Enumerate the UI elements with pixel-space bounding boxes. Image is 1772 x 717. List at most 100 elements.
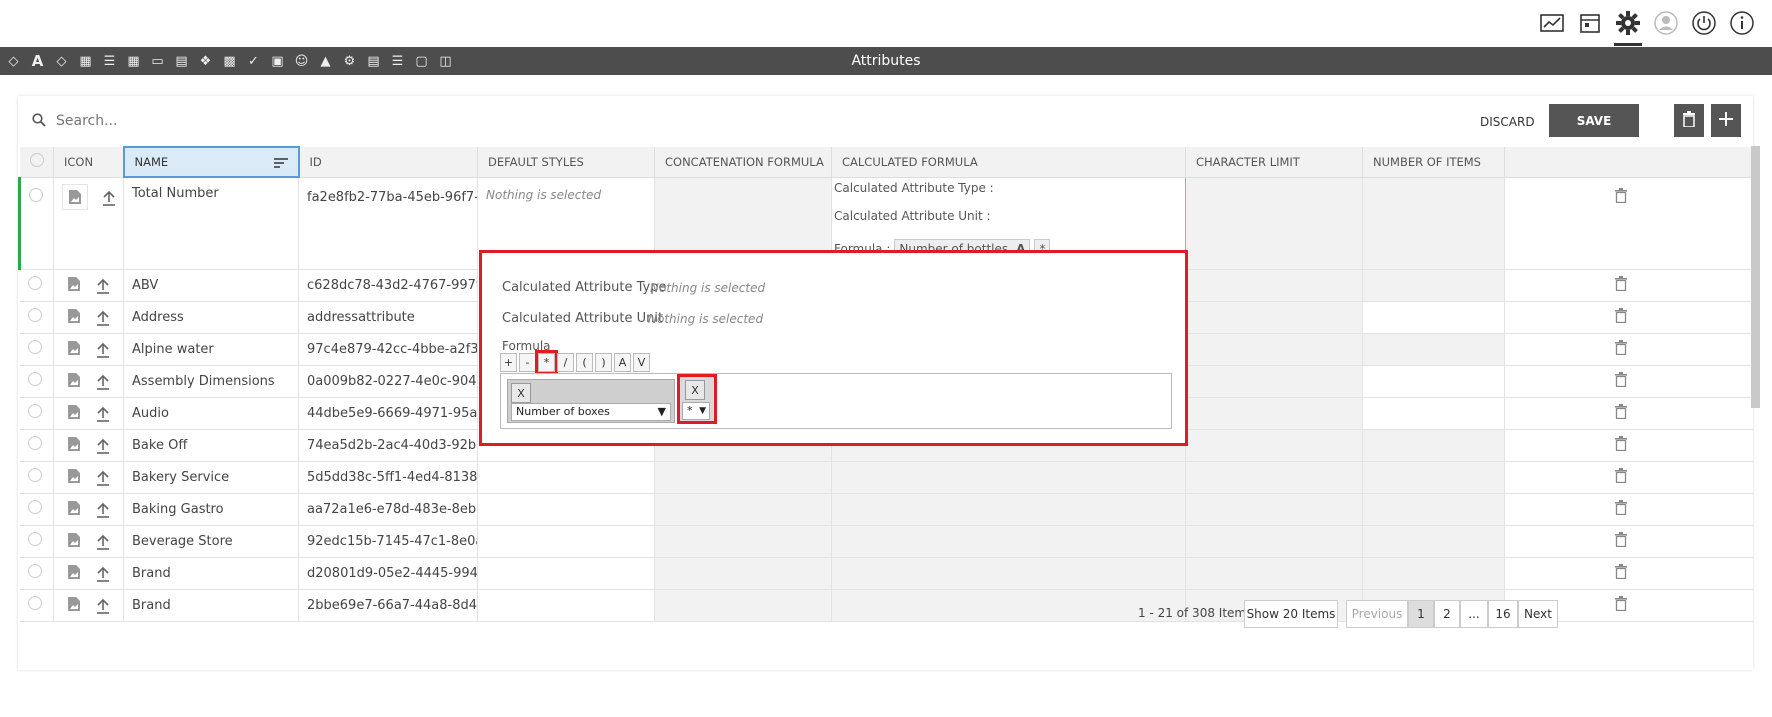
row-radio[interactable]: [27, 564, 42, 578]
calculated-formula-cell[interactable]: [831, 589, 1186, 622]
gear-icon[interactable]: [1614, 8, 1642, 46]
image-placeholder-icon[interactable]: [62, 336, 86, 361]
operator-plus-button[interactable]: +: [500, 353, 517, 372]
row-select[interactable]: [19, 525, 54, 558]
operator-select[interactable]: * ▼: [682, 402, 710, 420]
previous-page-button[interactable]: Previous: [1346, 600, 1408, 628]
upload-icon[interactable]: [102, 190, 116, 210]
page-size-button[interactable]: Show 20 Items: [1244, 600, 1338, 628]
image-placeholder-icon[interactable]: [62, 272, 86, 297]
next-page-button[interactable]: Next: [1518, 600, 1558, 628]
trash-icon[interactable]: [1615, 403, 1627, 423]
operator-multiply-button[interactable]: *: [535, 350, 558, 375]
image-placeholder-icon[interactable]: [62, 560, 86, 585]
row-radio[interactable]: [27, 532, 42, 546]
delete-button[interactable]: [1674, 104, 1704, 137]
calculated-formula-cell[interactable]: [831, 557, 1186, 590]
upload-icon[interactable]: [96, 374, 110, 394]
row-select[interactable]: [19, 269, 54, 302]
remove-token-button[interactable]: X: [511, 383, 531, 403]
table-row[interactable]: Bakery Service5d5dd38c-5ff1-4ed4-8138-af…: [19, 461, 1753, 494]
default-styles-cell[interactable]: [477, 461, 655, 494]
power-icon[interactable]: [1690, 8, 1718, 38]
upload-icon[interactable]: [96, 534, 110, 554]
add-button[interactable]: [1711, 104, 1741, 137]
image-placeholder-icon[interactable]: [62, 528, 86, 553]
name-cell[interactable]: ABV: [123, 269, 299, 302]
vertical-scrollbar[interactable]: [1751, 146, 1760, 408]
upload-icon[interactable]: [96, 406, 110, 426]
upload-icon[interactable]: [96, 470, 110, 490]
operator-close-paren-button[interactable]: ): [595, 353, 612, 372]
row-select[interactable]: [19, 589, 54, 622]
name-header[interactable]: NAME: [122, 146, 300, 178]
row-select[interactable]: [19, 461, 54, 494]
name-cell[interactable]: Baking Gastro: [123, 493, 299, 526]
remove-operator-button[interactable]: X: [685, 380, 705, 400]
trash-icon[interactable]: [1615, 499, 1627, 519]
row-radio[interactable]: [27, 468, 42, 482]
trash-icon[interactable]: [1615, 371, 1627, 391]
trash-icon[interactable]: [1615, 275, 1627, 295]
save-button[interactable]: SAVE: [1549, 104, 1639, 137]
row-select[interactable]: [19, 397, 54, 430]
calendar-icon[interactable]: [1576, 8, 1604, 38]
row-radio[interactable]: [29, 187, 43, 202]
row-select[interactable]: [19, 429, 54, 462]
default-styles-cell[interactable]: [477, 493, 655, 526]
row-radio[interactable]: [27, 276, 42, 290]
row-select[interactable]: [19, 333, 54, 366]
upload-icon[interactable]: [96, 598, 110, 618]
trash-icon[interactable]: [1615, 435, 1627, 455]
default-styles-cell[interactable]: [477, 589, 655, 622]
trash-icon[interactable]: [1615, 563, 1627, 583]
upload-icon[interactable]: [96, 566, 110, 586]
upload-icon[interactable]: [96, 310, 110, 330]
upload-icon[interactable]: [96, 278, 110, 298]
page-2-button[interactable]: 2: [1434, 600, 1460, 628]
name-cell[interactable]: Beverage Store: [123, 525, 299, 558]
trash-icon[interactable]: [1615, 307, 1627, 327]
calculated-formula-cell[interactable]: [831, 525, 1186, 558]
default-styles-cell[interactable]: [477, 557, 655, 590]
discard-button[interactable]: DISCARD: [1470, 107, 1545, 137]
row-select[interactable]: [19, 493, 54, 526]
sort-icon[interactable]: [273, 157, 288, 171]
name-cell[interactable]: Assembly Dimensions: [123, 365, 299, 398]
operator-attribute-button[interactable]: A: [614, 353, 631, 372]
image-placeholder-icon[interactable]: [62, 432, 86, 457]
row-radio[interactable]: [27, 500, 42, 514]
select-all-radio[interactable]: [29, 153, 44, 168]
upload-icon[interactable]: [96, 438, 110, 458]
operator-divide-button[interactable]: /: [557, 353, 574, 372]
row-radio[interactable]: [27, 372, 42, 386]
row-radio[interactable]: [27, 596, 42, 610]
image-placeholder-icon[interactable]: [62, 183, 88, 210]
row-select[interactable]: [18, 177, 54, 270]
user-icon[interactable]: [1652, 8, 1680, 38]
row-radio[interactable]: [27, 404, 42, 418]
page-16-button[interactable]: 16: [1488, 600, 1518, 628]
popup-type-value[interactable]: Nothing is selected: [650, 281, 765, 295]
image-placeholder-icon[interactable]: [62, 464, 86, 489]
search-input[interactable]: [56, 108, 356, 134]
row-radio[interactable]: [27, 436, 42, 450]
image-placeholder-icon[interactable]: [62, 368, 86, 393]
trash-icon[interactable]: [1615, 339, 1627, 359]
name-cell[interactable]: Brand: [123, 557, 299, 590]
name-cell[interactable]: Bake Off: [123, 429, 299, 462]
operator-minus-button[interactable]: -: [519, 353, 536, 372]
row-select[interactable]: [19, 557, 54, 590]
calculated-formula-cell[interactable]: [831, 461, 1186, 494]
name-cell[interactable]: Address: [123, 301, 299, 334]
popup-unit-value[interactable]: Nothing is selected: [648, 312, 763, 326]
page-1-button[interactable]: 1: [1408, 600, 1434, 628]
operator-open-paren-button[interactable]: (: [576, 353, 593, 372]
name-cell[interactable]: Brand: [123, 589, 299, 622]
upload-icon[interactable]: [96, 342, 110, 362]
upload-icon[interactable]: [96, 502, 110, 522]
image-placeholder-icon[interactable]: [62, 304, 86, 329]
image-placeholder-icon[interactable]: [62, 496, 86, 521]
row-radio[interactable]: [27, 340, 42, 354]
image-placeholder-icon[interactable]: [62, 400, 86, 425]
